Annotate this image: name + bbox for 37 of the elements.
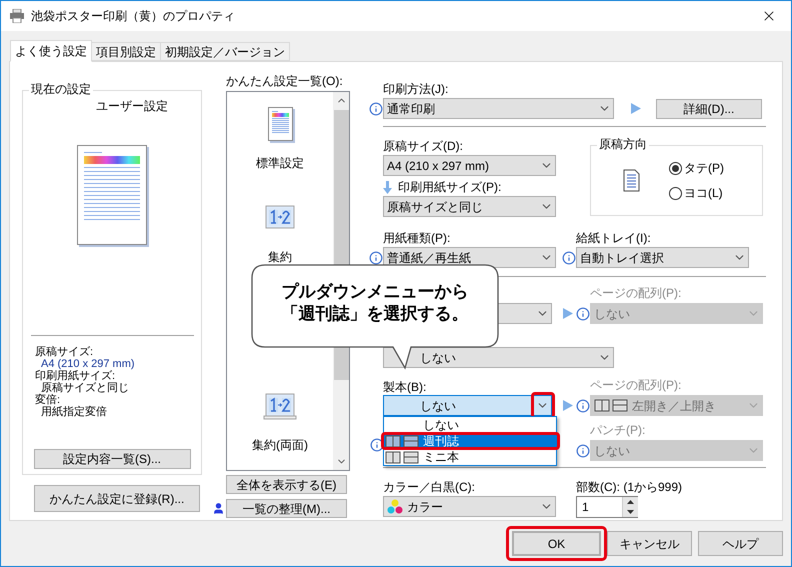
detail-value: 用紙指定変倍 xyxy=(40,406,108,418)
field-label: 製本(B): xyxy=(383,380,428,394)
dropdown-value: 普通紙／再生紙 xyxy=(387,250,471,264)
field-label: パンチ(P): xyxy=(590,423,646,437)
dropdown-value: しない xyxy=(594,306,630,320)
field-label: カラー／白黒(C): xyxy=(383,480,476,494)
dropdown-value: しない xyxy=(594,444,630,458)
dropdown-value: しない xyxy=(420,398,456,412)
detail-label: 印刷用紙サイズ: xyxy=(35,370,116,382)
group-title: 現在の設定 xyxy=(29,82,93,96)
radio-label: ヨコ(L) xyxy=(684,185,723,202)
field-label: 部数(C): (1から999) xyxy=(576,480,682,494)
preset-name: ユーザー設定 xyxy=(96,98,168,115)
detail-value: A4 (210 x 297 mm) xyxy=(40,358,135,370)
detail-label: 原稿サイズ: xyxy=(35,346,94,358)
dropdown-value: しない xyxy=(420,350,456,364)
radio-label: タテ(P) xyxy=(684,160,724,177)
window-title: 池袋ポスター印刷（黄）のプロパティ xyxy=(31,8,235,25)
detail-value: 原稿サイズと同じ xyxy=(41,382,130,394)
dropdown-value: 通常印刷 xyxy=(387,102,435,116)
dropdown-value: A4 (210 x 297 mm) xyxy=(387,158,490,172)
field-label: 原稿サイズ(D): xyxy=(383,139,464,153)
callout-text: 「週刊誌」を選択する。 xyxy=(282,303,468,325)
dropdown-value: 自動トレイ選択 xyxy=(580,250,664,264)
field-label: 用紙種類(P): xyxy=(383,231,452,245)
detail-label: 変倍: xyxy=(35,394,62,406)
field-label: 給紙トレイ(I): xyxy=(576,231,652,245)
field-label: かんたん設定一覧(O): xyxy=(226,74,344,88)
callout-text: プルダウンメニューから xyxy=(282,281,468,303)
dropdown-value: 原稿サイズと同じ xyxy=(387,200,483,214)
dropdown-value: 左開き／上開き xyxy=(632,398,716,412)
dropdown-value: カラー xyxy=(407,500,443,514)
field-label: 印刷用紙サイズ(P): xyxy=(398,180,502,194)
group-title: 原稿方向 xyxy=(597,137,649,151)
field-label: ページの配列(P): xyxy=(590,286,682,300)
field-label: ページの配列(P): xyxy=(590,378,682,392)
field-label: 印刷方法(J): xyxy=(383,82,450,96)
